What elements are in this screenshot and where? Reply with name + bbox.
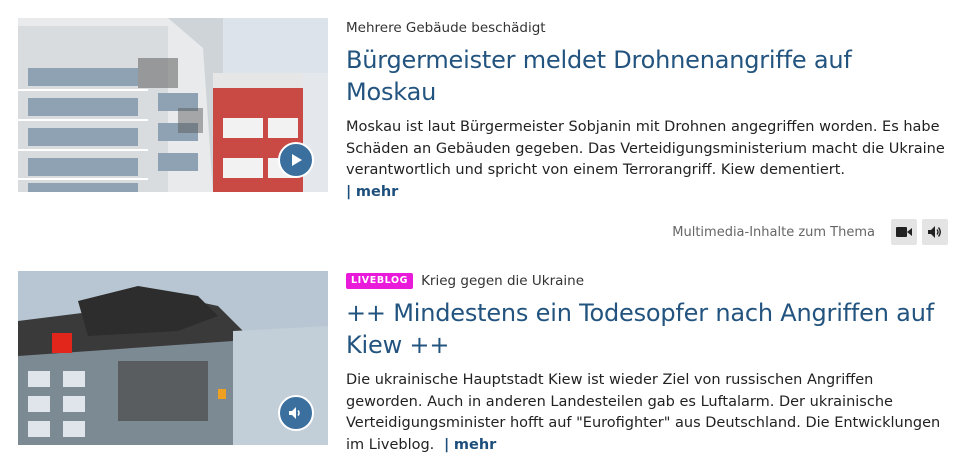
- more-separator: |: [438, 436, 450, 453]
- teaser-kyiv-liveblog: LIVEBLOG Krieg gegen die Ukraine ++ Mind…: [0, 271, 960, 463]
- audio-play-button[interactable]: [278, 395, 314, 431]
- headline-link[interactable]: ++ Mindestens ein Todesopfer nach Angrif…: [346, 297, 946, 361]
- teaser-text: LIVEBLOG Krieg gegen die Ukraine ++ Mind…: [346, 271, 946, 456]
- shorttext-body: Die ukrainische Hauptstadt Kiew ist wied…: [346, 372, 941, 453]
- teaser-text: Mehrere Gebäude beschädigt Bürgermeister…: [346, 18, 946, 203]
- multimedia-bar: Multimedia-Inhalte zum Thema: [672, 219, 948, 245]
- topline-text: Krieg gegen die Ukraine: [421, 273, 585, 289]
- shorttext-body: Moskau ist laut Bürgermeister Sobjanin m…: [346, 119, 945, 178]
- video-camera-icon: [896, 227, 912, 237]
- multimedia-label: Multimedia-Inhalte zum Thema: [672, 224, 875, 240]
- shorttext: Die ukrainische Hauptstadt Kiew ist wied…: [346, 370, 946, 456]
- shorttext: Moskau ist laut Bürgermeister Sobjanin m…: [346, 117, 946, 203]
- more-link[interactable]: mehr: [356, 184, 398, 200]
- play-button[interactable]: [278, 142, 314, 178]
- more-link[interactable]: mehr: [454, 437, 496, 453]
- speaker-icon: [928, 226, 941, 238]
- video-button[interactable]: [891, 219, 917, 245]
- teaser-moscow: Mehrere Gebäude beschädigt Bürgermeister…: [0, 18, 960, 200]
- topline: LIVEBLOG Krieg gegen die Ukraine: [346, 271, 946, 291]
- topline: Mehrere Gebäude beschädigt: [346, 20, 546, 36]
- headline-link[interactable]: Bürgermeister meldet Drohnenangriffe auf…: [346, 44, 946, 108]
- play-icon: [292, 154, 302, 166]
- more-separator: |: [346, 183, 352, 200]
- liveblog-badge: LIVEBLOG: [346, 273, 414, 289]
- teaser-image-moscow-building[interactable]: [18, 18, 328, 192]
- teaser-image-kyiv-building[interactable]: [18, 271, 328, 445]
- speaker-icon: [289, 407, 300, 419]
- audio-button[interactable]: [922, 219, 948, 245]
